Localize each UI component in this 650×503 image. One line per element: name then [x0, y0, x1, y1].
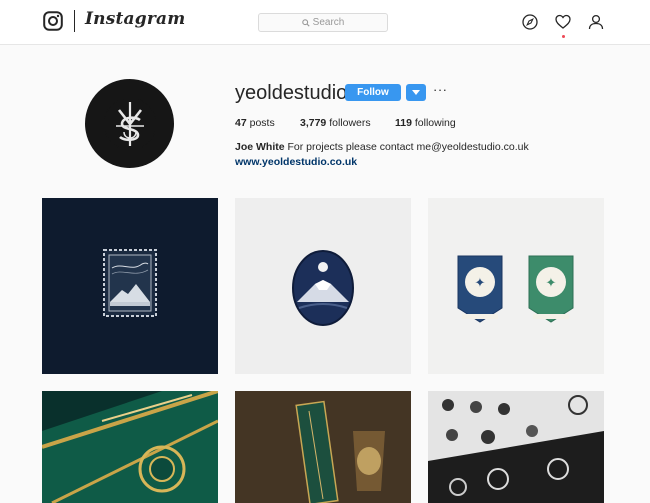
- yeoldestudio-monogram-logo: [103, 97, 156, 150]
- profile-website-link[interactable]: www.yeoldestudio.co.uk: [235, 156, 357, 168]
- post-thumbnail[interactable]: [235, 391, 411, 503]
- playing-cards-image: [42, 391, 218, 503]
- notification-dot: [562, 35, 565, 38]
- posts-count: 47: [235, 117, 247, 129]
- search-input[interactable]: Search: [258, 13, 388, 32]
- posts-label: posts: [249, 117, 275, 129]
- following-stat[interactable]: 119 following: [395, 117, 456, 129]
- profile-icon[interactable]: [588, 14, 604, 30]
- follow-button[interactable]: Follow: [345, 84, 401, 101]
- post-thumbnail[interactable]: ✦ ✦: [428, 198, 604, 374]
- followers-stat[interactable]: 3,779 followers: [300, 117, 371, 129]
- instagram-logo-icon[interactable]: [43, 11, 63, 31]
- chevron-down-icon: [412, 90, 420, 95]
- explore-compass-icon[interactable]: [522, 14, 538, 30]
- profile-bio: Joe White For projects please contact me…: [235, 141, 529, 153]
- profile-username: yeoldestudio: [235, 82, 348, 104]
- search-placeholder: Search: [312, 17, 345, 28]
- followers-count: 3,779: [300, 117, 327, 129]
- profile-avatar[interactable]: [85, 79, 174, 168]
- post-thumbnail[interactable]: [42, 391, 218, 503]
- west-coast-labels-image: ✦ ✦: [428, 198, 604, 374]
- posts-stat: 47 posts: [235, 117, 275, 129]
- following-label: following: [414, 117, 456, 129]
- svg-text:✦: ✦: [546, 276, 557, 291]
- post-thumbnail[interactable]: [428, 391, 604, 503]
- more-options-button[interactable]: ···: [433, 82, 448, 97]
- svg-text:✦: ✦: [475, 276, 486, 291]
- search-icon: [301, 18, 310, 27]
- instagram-wordmark[interactable]: Instagram: [85, 9, 185, 29]
- top-navigation-bar: Instagram Search: [0, 0, 650, 45]
- logo-sheet-image: [428, 391, 604, 503]
- post-thumbnail[interactable]: [42, 198, 218, 374]
- post-thumbnail[interactable]: [235, 198, 411, 374]
- whisky-cards-image: [235, 391, 411, 503]
- profile-bio-text: For projects please contact me@yeoldestu…: [287, 141, 529, 153]
- suggestions-dropdown-button[interactable]: [406, 84, 426, 101]
- heart-icon[interactable]: [555, 14, 571, 30]
- followers-label: followers: [329, 117, 371, 129]
- following-count: 119: [395, 117, 412, 129]
- stamp-artwork-image: [42, 198, 218, 374]
- profile-full-name: Joe White: [235, 141, 285, 153]
- mountain-badge-image: [235, 198, 411, 374]
- logo-divider: [74, 10, 75, 32]
